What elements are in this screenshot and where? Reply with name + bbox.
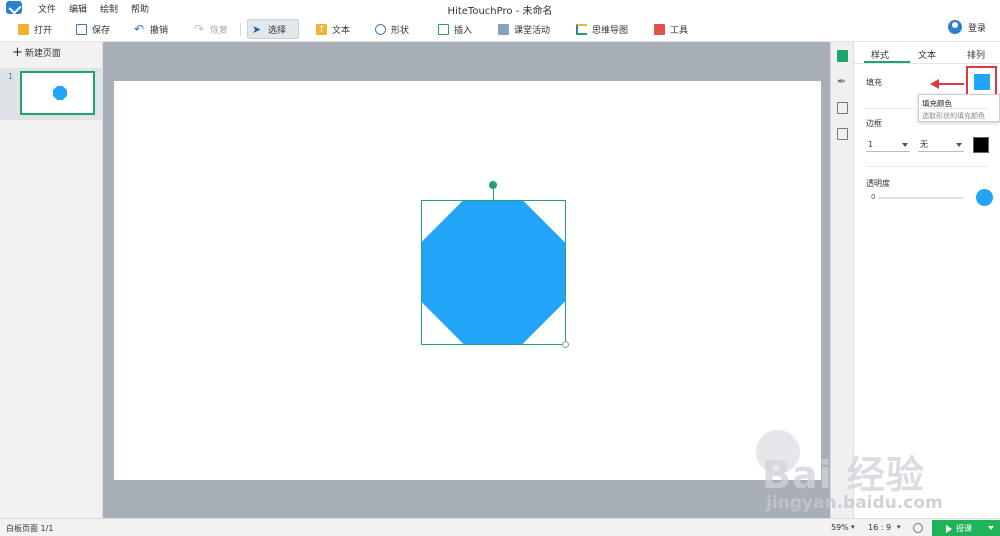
border-width-select[interactable]: 1: [866, 138, 910, 152]
border-label: 边框: [866, 119, 882, 128]
mind-map-button[interactable]: 思维导图: [572, 19, 632, 39]
border-color-swatch[interactable]: [973, 137, 989, 153]
baidu-watermark: Bai 经验 jingyan.baidu.com: [748, 430, 958, 515]
toolbar: 打开 保存 ↶ 撤销 ↷ 恢复 ➤ 选择 T 文本 形状 插入 课堂活动 思维导…: [0, 16, 1000, 42]
box-icon[interactable]: [837, 128, 848, 140]
class-activity-button[interactable]: 课堂活动: [494, 19, 554, 39]
ratio-dropdown-icon[interactable]: ▾: [897, 523, 901, 531]
opacity-slider-track[interactable]: [878, 197, 964, 199]
annotation-arrow-shaft: [936, 83, 964, 85]
text-icon: T: [316, 23, 327, 35]
window-title: HiteTouchPro - 未命名: [447, 6, 553, 17]
page-thumbnail-row[interactable]: 1: [0, 68, 103, 120]
select-tool-button[interactable]: ➤ 选择: [247, 19, 299, 39]
fill-color-highlight: [966, 66, 997, 97]
present-label: 授课: [956, 524, 972, 533]
cursor-icon: ➤: [252, 22, 262, 36]
shape-tool-button[interactable]: 形状: [371, 19, 413, 39]
user-avatar-icon: [947, 20, 962, 34]
border-style-select[interactable]: 无: [918, 138, 964, 152]
page-list-panel: + 新建页面 1: [0, 42, 103, 518]
text-label: 文本: [332, 25, 351, 36]
save-button[interactable]: 保存: [72, 19, 114, 39]
zoom-level[interactable]: 59%: [831, 523, 849, 532]
tools-button[interactable]: 工具: [650, 19, 692, 39]
mind-map-icon: [576, 23, 587, 35]
insert-label: 插入: [454, 25, 473, 36]
page-thumbnail[interactable]: [20, 71, 95, 115]
shape-icon: [375, 23, 386, 35]
class-activity-icon: [498, 23, 509, 35]
section-divider: [866, 108, 988, 109]
border-style-value: 无: [920, 140, 928, 149]
resize-handle[interactable]: [562, 341, 569, 348]
tab-text[interactable]: 文本: [918, 48, 936, 61]
page-number: 1: [8, 72, 14, 81]
open-label: 打开: [34, 25, 53, 36]
new-page-button[interactable]: + 新建页面: [12, 44, 61, 60]
opacity-value: 0: [871, 193, 876, 201]
play-icon: [946, 524, 952, 533]
select-label: 选择: [268, 25, 287, 36]
login-button[interactable]: 登录: [947, 20, 986, 34]
folder-icon: [18, 23, 29, 35]
insert-button[interactable]: 插入: [434, 19, 476, 39]
save-label: 保存: [92, 25, 111, 36]
undo-label: 撤销: [150, 25, 169, 36]
tooltip-description: 选取形状的填充颜色: [922, 112, 985, 120]
present-dropdown-icon[interactable]: [988, 526, 994, 530]
thumbnail-octagon: [53, 86, 67, 100]
chevron-down-icon: [902, 142, 908, 147]
tab-arrange[interactable]: 排列: [967, 48, 985, 61]
undo-button[interactable]: ↶ 撤销: [130, 19, 172, 39]
canvas-area: [103, 42, 830, 518]
tab-style[interactable]: 样式: [871, 48, 889, 61]
toolbox-icon: [654, 23, 665, 35]
section-divider: [866, 166, 988, 167]
undo-icon: ↶: [134, 21, 145, 36]
layer-icon[interactable]: [837, 102, 848, 114]
whiteboard-page[interactable]: [114, 81, 821, 480]
menu-bar: 文件 编辑 绘制 帮助 HiteTouchPro - 未命名: [0, 0, 1000, 17]
zoom-dropdown-icon[interactable]: ▾: [851, 523, 855, 531]
fill-color-swatch[interactable]: [974, 74, 990, 90]
opacity-slider-knob[interactable]: [976, 189, 993, 206]
tab-divider: [854, 63, 1000, 64]
redo-label: 恢复: [210, 25, 229, 36]
annotation-arrow-icon: [930, 79, 939, 89]
opacity-label: 透明度: [866, 179, 890, 188]
watermark-url: jingyan.baidu.com: [766, 493, 943, 513]
open-button[interactable]: 打开: [14, 19, 56, 39]
tools-label: 工具: [670, 25, 689, 36]
class-activity-label: 课堂活动: [514, 25, 551, 36]
settings-icon[interactable]: [913, 523, 923, 533]
selection-box: [421, 200, 566, 345]
shape-label: 形状: [391, 25, 410, 36]
border-width-value: 1: [868, 140, 874, 149]
pin-icon[interactable]: ✒: [837, 76, 848, 88]
watermark-logo: Bai 经验: [762, 453, 925, 497]
text-tool-button[interactable]: T 文本: [312, 19, 354, 39]
plus-icon: +: [12, 44, 23, 60]
rotate-handle[interactable]: [489, 181, 497, 189]
status-bar: 白板页面 1/1 59% ▾ 16 : 9 ▾ 授课: [0, 518, 1000, 536]
aspect-ratio[interactable]: 16 : 9: [868, 523, 891, 532]
redo-icon: ↷: [194, 21, 205, 36]
fill-label: 填充: [866, 78, 882, 87]
login-label: 登录: [967, 23, 986, 34]
mind-map-label: 思维导图: [592, 25, 629, 36]
page-status: 白板页面 1/1: [6, 524, 54, 533]
redo-button[interactable]: ↷ 恢复: [190, 19, 232, 39]
style-panel-icon[interactable]: [837, 50, 848, 62]
chevron-down-icon: [956, 142, 962, 147]
save-icon: [76, 23, 87, 35]
new-page-label: 新建页面: [24, 49, 61, 59]
image-icon: [438, 23, 449, 35]
toolbar-divider: [240, 23, 241, 36]
